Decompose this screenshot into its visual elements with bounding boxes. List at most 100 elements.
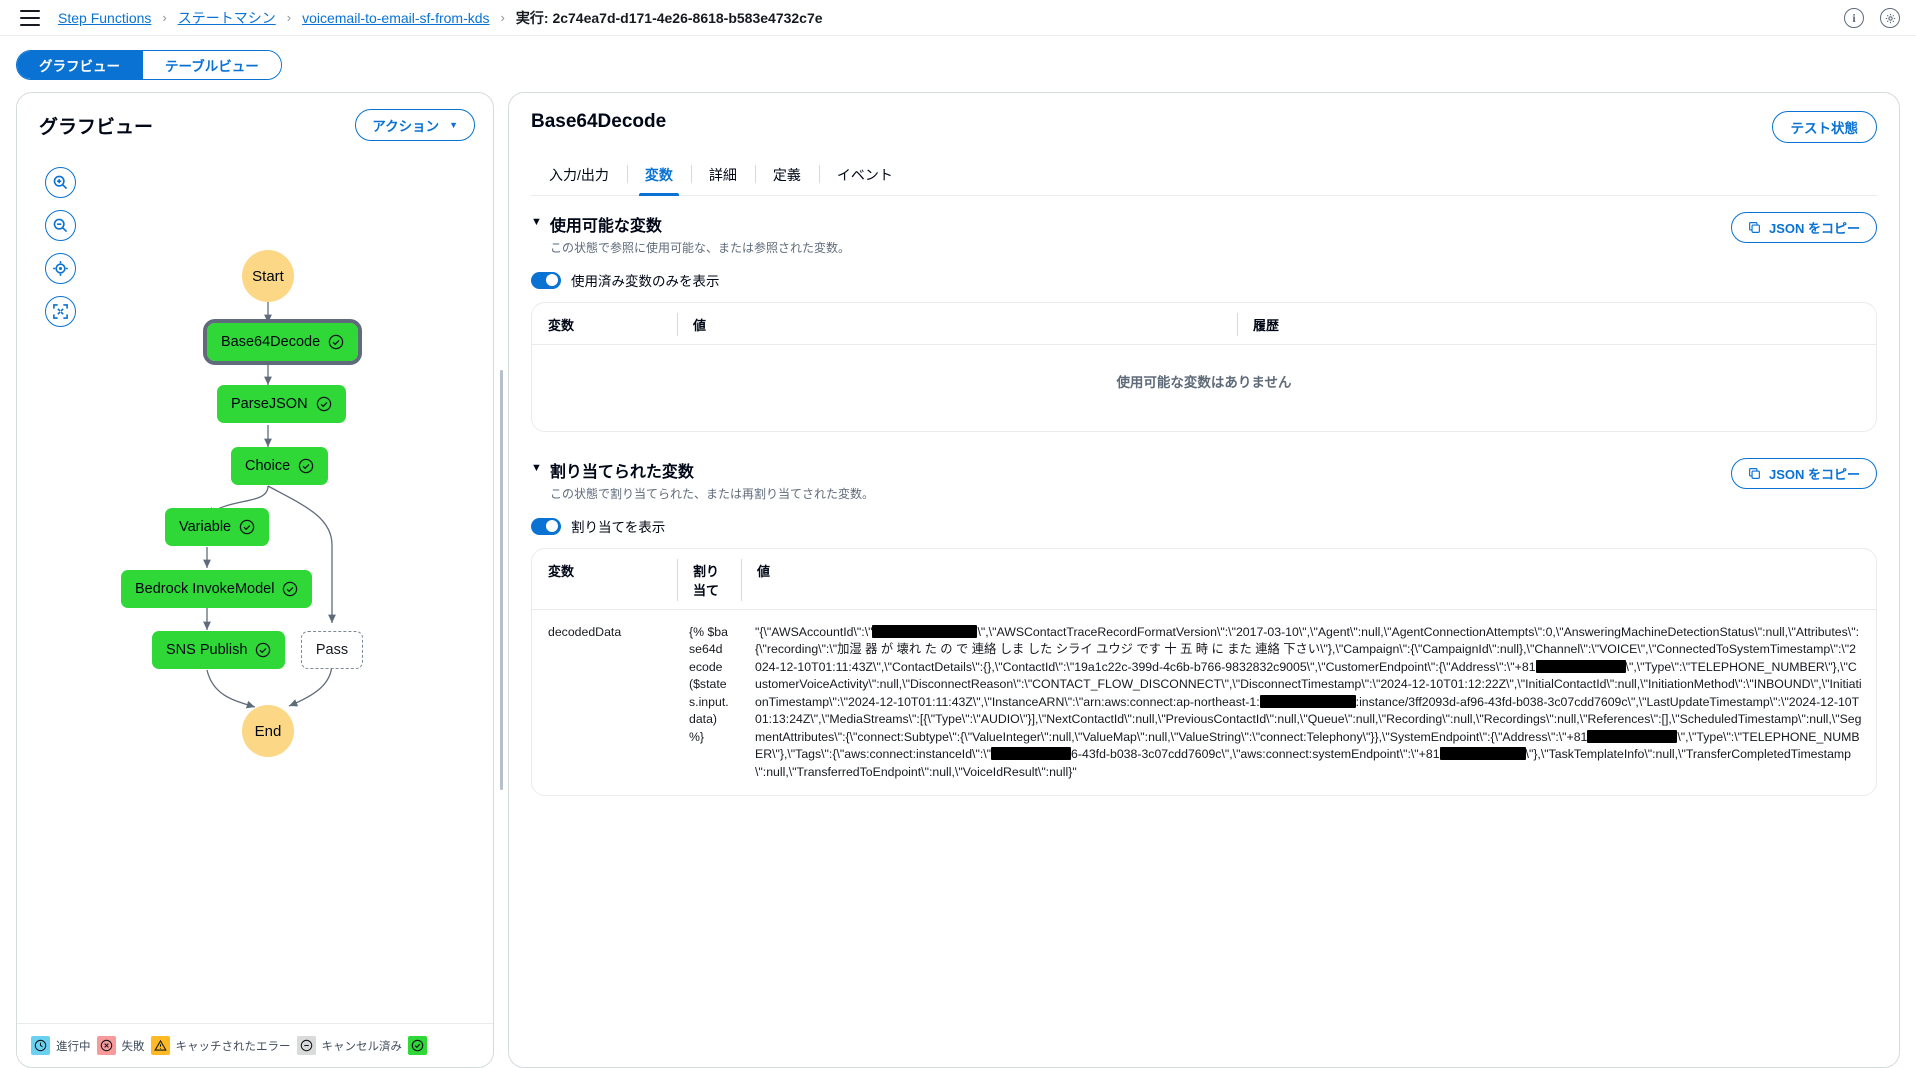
graph-node-choice[interactable]: Choice [231,447,329,485]
minus-circle-icon [296,1036,316,1055]
check-circle-icon [408,1036,427,1055]
legend-item-running: 進行中 [31,1036,91,1055]
redacted-sys-endpoint [1439,747,1526,761]
graph-node-base64decode[interactable]: Base64Decode [202,319,363,365]
cell-assignment-expression: {% $base64decode($states.input.data) %} [689,625,729,744]
panel-splitter[interactable] [494,92,508,1068]
redacted-phone [1535,659,1626,673]
breadcrumb-state-machines[interactable]: ステートマシン [178,8,276,28]
tab-definition[interactable]: 定義 [754,159,819,195]
available-variables-table: 変数 値 履歴 使用可能な変数はありません [531,302,1877,432]
zoom-out-icon[interactable] [45,210,76,241]
check-circle-icon [328,334,344,350]
graph-panel-header: グラフビュー アクション ▼ [17,93,493,145]
tab-table-view[interactable]: テーブルビュー [142,51,281,79]
section-collapse-triangle[interactable]: ▼ [531,458,542,478]
test-state-button[interactable]: テスト状態 [1771,111,1877,143]
graph-node-label: Choice [245,458,291,474]
redacted-instance-id [991,747,1072,761]
show-assignments-toggle[interactable] [531,517,561,535]
legend-item-caught-error: キャッチされたエラー [150,1036,291,1055]
graph-node-label: Base64Decode [221,334,321,350]
graph-node-start[interactable]: Start [242,250,294,302]
graph-node-pass[interactable]: Pass [301,631,363,669]
graph-node-label: Variable [179,519,232,535]
table-row: decodedData {% $base64decode($states.inp… [532,610,1876,795]
column-header-value: 値 [741,559,1876,601]
check-circle-icon [316,396,331,412]
show-assignments-label: 割り当てを表示 [571,520,666,535]
legend-item-succeeded [408,1036,433,1055]
graph-node-variable[interactable]: Variable [165,508,270,546]
redacted-phone [1587,729,1678,743]
hamburger-icon[interactable] [20,9,40,26]
actions-button[interactable]: アクション ▼ [355,109,475,141]
column-header-variable: 変数 [548,564,575,579]
tab-details[interactable]: 詳細 [690,159,755,195]
show-used-variables-toggle[interactable] [531,271,561,289]
breadcrumb-separator: › [162,10,167,25]
breadcrumb-state-machine-name[interactable]: voicemail-to-email-sf-from-kds [302,10,489,26]
panel-splitter-handle[interactable] [499,370,503,790]
graph-node-label: ParseJSON [231,396,308,412]
graph-panel-title: グラフビュー [39,116,154,138]
copy-json-button-assigned[interactable]: JSON をコピー [1730,458,1877,489]
legend-item-cancelled: キャンセル済み [296,1036,402,1055]
top-bar: Step Functions › ステートマシン › voicemail-to-… [0,0,1916,36]
section-collapse-triangle[interactable]: ▼ [531,212,542,232]
graph-panel: グラフビュー アクション ▼ Start Base64Decode ParseJ… [16,92,494,1068]
graph-node-parsejson[interactable]: ParseJSON [217,385,346,423]
graph-node-end[interactable]: End [242,705,294,757]
fit-screen-icon[interactable] [45,296,76,327]
available-variables-table-header: 変数 値 履歴 [532,303,1876,345]
graph-node-sns-publish[interactable]: SNS Publish [152,631,286,669]
assigned-variables-section-header: ▼ 割り当てられた変数 この状態で割り当てられた、または再割り当てされた変数。 … [531,458,1877,502]
assigned-variables-table-header: 変数 割り当て 値 [532,549,1876,610]
tab-input-output[interactable]: 入力/出力 [531,159,627,195]
page-title: Base64Decode [531,111,667,132]
breadcrumb-step-functions[interactable]: Step Functions [58,10,151,26]
settings-circle-icon[interactable] [1880,8,1900,28]
zoom-in-icon[interactable] [45,167,76,198]
graph-canvas[interactable]: Start Base64Decode ParseJSON Choice Vari… [17,145,493,1023]
center-focus-icon[interactable] [45,253,76,284]
breadcrumb-execution-id: 実行: 2c74ea7d-d171-4e26-8618-b583e4732c7e [515,9,823,26]
check-circle-icon [239,519,255,535]
column-header-value: 値 [677,313,1237,336]
main-content: グラフビュー アクション ▼ Start Base64Decode ParseJ… [0,80,1916,1068]
graph-legend: 進行中 失敗 キャッチされたエラー キャンセル済み [17,1023,493,1067]
check-circle-icon [256,642,271,658]
graph-node-bedrock-invokemodel[interactable]: Bedrock InvokeModel [121,570,313,608]
info-circle-icon[interactable]: i [1844,8,1864,28]
copy-json-button-available[interactable]: JSON をコピー [1730,212,1877,243]
state-detail-header: Base64Decode テスト状態 [509,93,1899,143]
detail-body: ▼ 使用可能な変数 この状態で参照に使用可能な、または参照された変数。 JSON… [509,196,1899,1067]
graph-node-label: SNS Publish [166,642,248,658]
graph-node-label: Pass [315,642,349,658]
breadcrumb-separator: › [286,10,292,25]
show-assignments-toggle-row: 割り当てを表示 [531,516,1877,536]
graph-zoom-tools [45,167,76,327]
cell-variable-name: decodedData [548,625,622,639]
view-switch-container: グラフビュー テーブルビュー [0,36,1916,80]
available-variables-title: 使用可能な変数 [549,218,662,235]
warning-icon [150,1036,170,1055]
state-detail-panel: Base64Decode テスト状態 入力/出力 変数 詳細 定義 イベント ▼… [508,92,1900,1068]
available-variables-section-header: ▼ 使用可能な変数 この状態で参照に使用可能な、または参照された変数。 JSON… [531,212,1877,256]
chevron-down-icon: ▼ [449,120,458,130]
column-header-history: 履歴 [1237,313,1876,336]
tab-graph-view[interactable]: グラフビュー [17,51,142,79]
check-circle-icon [298,458,314,474]
graph-node-label: Start [252,267,284,285]
tab-variables[interactable]: 変数 [626,159,691,196]
graph-node-label: End [254,722,282,740]
legend-label: 失敗 [121,1040,145,1053]
cell-assigned-value: "{\"AWSAccountId\":\" \",\"AWSContactTrac… [755,625,1862,779]
breadcrumb: Step Functions › ステートマシン › voicemail-to-… [58,8,823,28]
tab-events[interactable]: イベント [818,159,911,195]
assigned-variables-title: 割り当てられた変数 [549,464,694,481]
legend-label: 進行中 [56,1040,91,1053]
x-circle-icon [96,1036,116,1055]
actions-button-label: アクション [372,119,440,134]
column-header-variable: 変数 [548,318,575,333]
